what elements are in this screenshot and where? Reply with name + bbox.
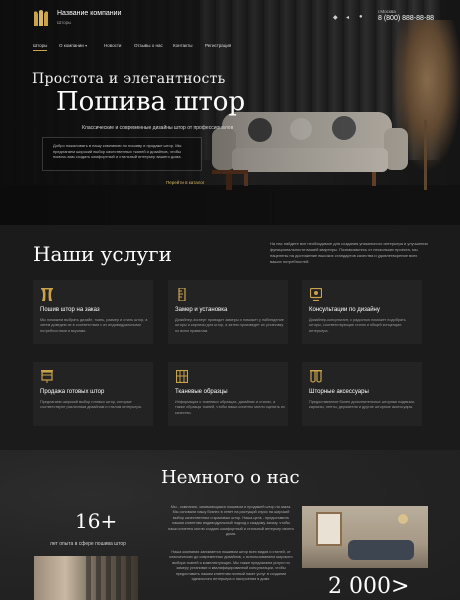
- services-intro: На нас найдете все необходимое для созда…: [270, 241, 428, 264]
- photo-curtain-fold: [96, 556, 101, 600]
- accessories-icon: [310, 370, 322, 383]
- fabric-samples-icon: [176, 370, 188, 383]
- service-card[interactable]: Продажа готовых штор Предлагаем широкий …: [33, 362, 153, 426]
- service-card-desc: Предлагаем широкий выбор готовых штор, к…: [40, 400, 142, 410]
- consultation-icon: [310, 288, 322, 301]
- whatsapp-icon[interactable]: ●: [359, 14, 363, 20]
- photo-curtain-fold: [116, 556, 121, 600]
- service-card-title: Пошив штор на заказ: [40, 307, 100, 313]
- photo-sofa: [348, 540, 414, 560]
- service-card[interactable]: Шторные аксессуары Предоставление более …: [302, 362, 422, 426]
- nav-item-curtains[interactable]: Шторы: [33, 43, 47, 48]
- service-card-desc: Информация о тканевых образцах, дизайнах…: [175, 400, 285, 415]
- photo-window: [316, 512, 342, 546]
- nav-item-about[interactable]: О компании ▾: [59, 43, 87, 48]
- photo-curtain-fold: [86, 556, 91, 600]
- service-card-desc: Предоставление более дополнительных штор…: [309, 400, 415, 410]
- about-photo-curtains: [34, 556, 138, 600]
- telegram-icon[interactable]: ◂: [346, 14, 349, 21]
- about-text: Мы - компания, занимающаяся пошивом и пр…: [168, 505, 294, 537]
- nav-active-indicator: [33, 50, 47, 51]
- hero-description: Добро пожаловать в нашу компанию по поши…: [53, 143, 182, 159]
- service-card[interactable]: Пошив штор на заказ Мы поможем выбрать д…: [33, 280, 153, 344]
- vk-icon[interactable]: ◆: [333, 14, 338, 21]
- nav-item-label: О компании: [59, 43, 84, 48]
- service-card-title: Замер и установка: [175, 307, 228, 313]
- service-card[interactable]: Замер и установка Дизайнер-эксперт прово…: [168, 280, 288, 344]
- service-card-title: Шторные аксессуары: [309, 389, 369, 395]
- photo-curtain-fold: [126, 556, 131, 600]
- service-card-title: Продажа готовых штор: [40, 389, 105, 395]
- window-blinds-icon: [41, 370, 53, 383]
- nav-item-news[interactable]: Новости: [104, 43, 121, 48]
- curtain-icon: [41, 288, 53, 301]
- about-text: Наша компания занимается пошивом штор вс…: [169, 550, 293, 582]
- service-card-desc: Мы поможем выбрать дизайн, ткань, размер…: [40, 318, 148, 333]
- service-card[interactable]: Консультации по дизайну Дизайнер-консуль…: [302, 280, 422, 344]
- experience-stat: 16+: [75, 509, 118, 533]
- city-label: г.Москва: [378, 9, 396, 14]
- nav-item-reviews[interactable]: Отзывы о нас: [134, 43, 163, 48]
- services-title: Наши услуги: [33, 242, 172, 266]
- clients-stat: 2 000>: [328, 574, 410, 599]
- service-card-title: Тканевые образцы: [175, 389, 228, 395]
- nav-item-register[interactable]: Регистрация: [205, 43, 231, 48]
- ruler-icon: [178, 288, 186, 301]
- service-card-title: Консультации по дизайну: [309, 307, 380, 313]
- logo-icon[interactable]: [33, 9, 49, 27]
- nav-item-contacts[interactable]: Контакты: [173, 43, 192, 48]
- service-card-desc: Дизайнер-консультант, с радостью поможет…: [309, 318, 406, 333]
- brand-name[interactable]: Название компании: [57, 10, 121, 17]
- about-photo-interior: [302, 506, 428, 568]
- photo-lamp: [398, 514, 408, 524]
- hero-subtitle: Простота и элегантность: [32, 71, 226, 87]
- phone-link[interactable]: 8 (800) 888-88-88: [378, 15, 434, 22]
- service-card-desc: Дизайнер-эксперт проводит замеры и помож…: [175, 318, 284, 333]
- hero-title: Пошива штор: [56, 87, 246, 117]
- hero-tagline: Классические и современные дизайны штор …: [82, 125, 234, 131]
- service-card[interactable]: Тканевые образцы Информация о тканевых о…: [168, 362, 288, 426]
- chevron-down-icon: ▾: [85, 43, 88, 48]
- brand-subtitle: Шторы: [57, 20, 72, 25]
- catalog-link[interactable]: Перейти в каталог: [166, 180, 205, 185]
- experience-stat-label: лет опыта в сфере пошива штор: [50, 541, 126, 547]
- photo-curtain-fold: [106, 556, 111, 600]
- about-title: Немного о нас: [161, 467, 300, 488]
